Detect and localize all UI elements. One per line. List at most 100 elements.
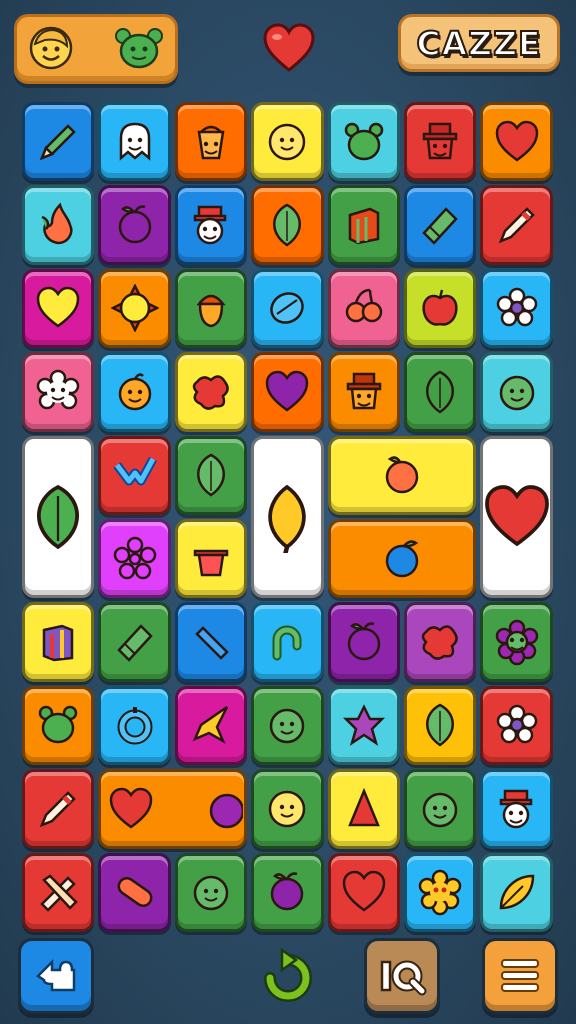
tile-pill[interactable] bbox=[98, 852, 171, 932]
menu-button[interactable] bbox=[482, 938, 558, 1014]
big-tile-orange-fruit[interactable] bbox=[327, 435, 477, 515]
plum-icon bbox=[271, 872, 304, 911]
snowman-icon bbox=[499, 789, 532, 829]
yellow-leaf-icon bbox=[499, 875, 534, 910]
tile-bucket[interactable] bbox=[174, 102, 248, 182]
tile-heart-purple[interactable] bbox=[251, 352, 324, 432]
tile-plum[interactable] bbox=[327, 602, 400, 682]
brand-badge[interactable]: CAZZE bbox=[398, 14, 560, 72]
tile-pencil[interactable] bbox=[22, 102, 95, 182]
red-blob-icon bbox=[192, 375, 229, 410]
pencil-icon bbox=[39, 123, 76, 160]
tile-green-face[interactable] bbox=[404, 769, 477, 849]
tile-snowman[interactable] bbox=[480, 769, 553, 849]
tile-pot[interactable] bbox=[174, 519, 248, 599]
blueberry-icon bbox=[385, 539, 419, 577]
heart-yellow-icon bbox=[36, 287, 80, 329]
big-tile-heart-plum-pair[interactable] bbox=[98, 769, 248, 849]
tile-heart[interactable] bbox=[480, 102, 553, 182]
hint-button[interactable] bbox=[364, 938, 440, 1014]
menu-icon bbox=[501, 959, 539, 992]
green-face-icon bbox=[499, 375, 534, 411]
tile-star[interactable] bbox=[174, 685, 248, 766]
leaf-icon bbox=[196, 453, 225, 497]
tile-cross-tools[interactable] bbox=[22, 852, 95, 932]
bucket-icon bbox=[197, 125, 225, 159]
tile-flower-white[interactable] bbox=[480, 685, 553, 766]
tile-stick[interactable] bbox=[174, 602, 248, 682]
tile-acorn[interactable] bbox=[174, 268, 248, 349]
tile-hat-face-orange[interactable] bbox=[327, 352, 400, 432]
tile-leaf[interactable] bbox=[251, 185, 324, 265]
tile-red-blob[interactable] bbox=[404, 602, 477, 682]
tile-pencil-white[interactable] bbox=[480, 185, 553, 265]
tile-hook[interactable] bbox=[251, 602, 324, 682]
orange-face-icon bbox=[118, 373, 151, 411]
tile-cherry[interactable] bbox=[327, 268, 400, 349]
purple-flower-icon bbox=[495, 619, 538, 666]
tile-green-blob[interactable] bbox=[22, 685, 95, 766]
tile-flower-face[interactable] bbox=[22, 352, 95, 432]
green-blob-icon bbox=[344, 122, 384, 160]
tile-yellow-flower[interactable] bbox=[404, 852, 477, 932]
tile-green-blob[interactable] bbox=[327, 102, 400, 182]
players-panel[interactable] bbox=[14, 14, 178, 84]
refresh-button[interactable] bbox=[250, 938, 326, 1014]
tile-red-blob[interactable] bbox=[174, 352, 248, 432]
tile-plum[interactable] bbox=[251, 852, 324, 932]
big-tile-lemon[interactable] bbox=[251, 435, 324, 599]
tile-ring[interactable] bbox=[98, 685, 171, 766]
smiley-face-icon bbox=[29, 26, 73, 70]
tile-leaf[interactable] bbox=[404, 685, 477, 766]
tile-heart-yellow[interactable] bbox=[22, 268, 95, 349]
tile-check-heart[interactable] bbox=[98, 435, 171, 515]
back-button[interactable] bbox=[18, 938, 94, 1014]
tile-hat-face[interactable] bbox=[404, 102, 477, 182]
tile-bean[interactable] bbox=[251, 268, 324, 349]
tile-leaf[interactable] bbox=[174, 435, 248, 515]
tile-box[interactable] bbox=[327, 185, 400, 265]
heart-icon bbox=[262, 22, 316, 78]
tile-face-yellow[interactable] bbox=[251, 769, 324, 849]
tile-heart-red[interactable] bbox=[327, 852, 400, 932]
tile-pencil-white[interactable] bbox=[22, 769, 95, 849]
tile-eraser[interactable] bbox=[98, 602, 171, 682]
sun-icon bbox=[110, 284, 159, 333]
hat-face-orange-icon bbox=[346, 372, 382, 410]
hint-iq-icon bbox=[380, 960, 427, 996]
tile-ghost[interactable] bbox=[98, 102, 171, 182]
acorn-icon bbox=[196, 295, 226, 328]
tile-green-face[interactable] bbox=[251, 685, 324, 766]
star-icon bbox=[192, 706, 229, 745]
tile-sun[interactable] bbox=[98, 268, 171, 349]
tile-flower-white[interactable] bbox=[480, 268, 553, 349]
ghost-icon bbox=[119, 122, 150, 161]
heart-purple-icon bbox=[266, 370, 309, 412]
tile-purple-flower[interactable] bbox=[480, 602, 553, 682]
tile-leaf-dark[interactable] bbox=[404, 352, 477, 432]
tile-yellow-leaf[interactable] bbox=[480, 852, 553, 932]
tile-plum[interactable] bbox=[98, 185, 171, 265]
pot-icon bbox=[193, 549, 229, 576]
tile-snowman[interactable] bbox=[174, 185, 248, 265]
tile-purple-star[interactable] bbox=[327, 685, 400, 766]
tile-green-face[interactable] bbox=[480, 352, 553, 432]
tile-orange-face[interactable] bbox=[98, 352, 171, 432]
tile-box-blue[interactable] bbox=[22, 602, 95, 682]
cone-icon bbox=[347, 787, 380, 827]
big-tile-heart[interactable] bbox=[480, 435, 553, 599]
tile-flame[interactable] bbox=[22, 185, 95, 265]
tile-green-face[interactable] bbox=[174, 852, 248, 932]
tile-apple[interactable] bbox=[404, 268, 477, 349]
pencil-white-icon bbox=[39, 791, 76, 828]
pencil-white-icon bbox=[498, 207, 535, 244]
bean-icon bbox=[270, 292, 305, 325]
tile-face-yellow[interactable] bbox=[251, 102, 324, 182]
tile-cone[interactable] bbox=[327, 769, 400, 849]
green-face-icon bbox=[422, 792, 458, 828]
tile-pink-gear[interactable] bbox=[98, 519, 171, 599]
game-board bbox=[20, 100, 558, 932]
big-tile-leaf-green[interactable] bbox=[22, 435, 95, 599]
big-tile-blueberry[interactable] bbox=[327, 519, 477, 599]
tile-eraser[interactable] bbox=[404, 185, 477, 265]
